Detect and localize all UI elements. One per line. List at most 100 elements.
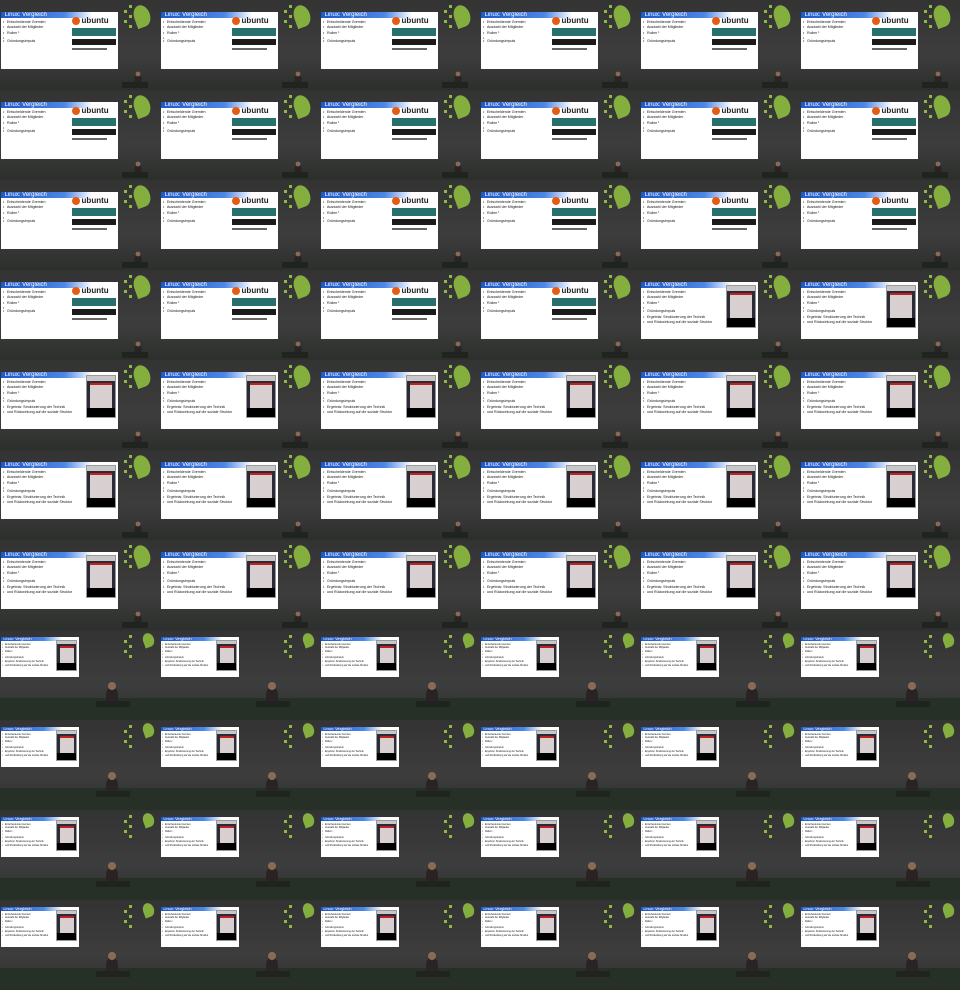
- video-thumbnail[interactable]: Linux: VergleichEntscheidende GremienAus…: [640, 900, 800, 990]
- video-thumbnail[interactable]: Linux: VergleichEntscheidende GremienAus…: [480, 450, 640, 540]
- video-thumbnail[interactable]: Linux: VergleichEntscheidende GremienAus…: [320, 900, 480, 990]
- screenshot-panel: [85, 555, 116, 599]
- video-thumbnail[interactable]: Linux: VergleichEntscheidende GremienAus…: [160, 720, 320, 810]
- video-thumbnail[interactable]: Linux: VergleichEntscheidende GremienAus…: [480, 810, 640, 900]
- video-thumbnail[interactable]: Linux: VergleichEntscheidende GremienAus…: [640, 90, 800, 180]
- slide-title: Linux: Vergleich: [481, 552, 573, 558]
- pixel-decoration-icon: [609, 545, 612, 548]
- video-thumbnail[interactable]: Linux: VergleichEntscheidende GremienAus…: [640, 810, 800, 900]
- video-thumbnail[interactable]: Linux: VergleichEntscheidende GremienAus…: [160, 360, 320, 450]
- slide-bullets: Entscheidende GremienAuswahl der Mitglie…: [801, 560, 883, 596]
- video-thumbnail[interactable]: Linux: VergleichEntscheidende GremienAus…: [480, 900, 640, 990]
- pixel-decoration-icon: [929, 365, 932, 368]
- video-thumbnail[interactable]: Linux: VergleichEntscheidende GremienAus…: [160, 90, 320, 180]
- video-thumbnail[interactable]: Linux: VergleichEntscheidende GremienAus…: [0, 180, 160, 270]
- video-thumbnail[interactable]: Linux: VergleichEntscheidende GremienAus…: [320, 270, 480, 360]
- video-thumbnail[interactable]: Linux: VergleichEntscheidende GremienAus…: [800, 900, 960, 990]
- video-thumbnail[interactable]: Linux: VergleichEntscheidende GremienAus…: [0, 900, 160, 990]
- video-thumbnail[interactable]: Linux: VergleichEntscheidende GremienAus…: [160, 270, 320, 360]
- video-thumbnail[interactable]: Linux: VergleichEntscheidende GremienAus…: [320, 540, 480, 630]
- slide-frame: Linux: VergleichEntscheidende GremienAus…: [641, 372, 758, 429]
- video-thumbnail[interactable]: Linux: VergleichEntscheidende GremienAus…: [640, 630, 800, 720]
- slide-frame: Linux: VergleichEntscheidende GremienAus…: [161, 282, 278, 339]
- video-thumbnail[interactable]: Linux: VergleichEntscheidende GremienAus…: [320, 720, 480, 810]
- lectern: [922, 352, 948, 358]
- video-thumbnail[interactable]: Linux: VergleichEntscheidende GremienAus…: [800, 360, 960, 450]
- video-thumbnail[interactable]: Linux: VergleichEntscheidende GremienAus…: [160, 630, 320, 720]
- video-thumbnail[interactable]: Linux: VergleichEntscheidende GremienAus…: [800, 630, 960, 720]
- video-thumbnail[interactable]: Linux: VergleichEntscheidende GremienAus…: [160, 450, 320, 540]
- video-thumbnail[interactable]: Linux: VergleichEntscheidende GremienAus…: [480, 90, 640, 180]
- screenshot-panel: [216, 910, 237, 941]
- slide-frame: Linux: VergleichEntscheidende GremienAus…: [481, 12, 598, 69]
- video-thumbnail[interactable]: Linux: VergleichEntscheidende GremienAus…: [0, 450, 160, 540]
- video-thumbnail[interactable]: Linux: VergleichEntscheidende GremienAus…: [480, 540, 640, 630]
- video-thumbnail[interactable]: Linux: VergleichEntscheidende GremienAus…: [0, 810, 160, 900]
- video-thumbnail[interactable]: Linux: VergleichEntscheidende GremienAus…: [800, 90, 960, 180]
- slide-title: Linux: Vergleich: [481, 907, 542, 911]
- video-thumbnail[interactable]: Linux: VergleichEntscheidende GremienAus…: [480, 720, 640, 810]
- video-thumbnail[interactable]: Linux: VergleichEntscheidende GremienAus…: [800, 180, 960, 270]
- video-thumbnail[interactable]: Linux: VergleichEntscheidende GremienAus…: [480, 360, 640, 450]
- video-thumbnail[interactable]: Linux: VergleichEntscheidende GremienAus…: [160, 540, 320, 630]
- pixel-decoration-icon: [609, 275, 612, 278]
- video-thumbnail[interactable]: Linux: VergleichEntscheidende GremienAus…: [320, 360, 480, 450]
- debian-logo-icon: [391, 208, 436, 216]
- video-thumbnail[interactable]: Linux: VergleichEntscheidende GremienAus…: [640, 720, 800, 810]
- ubuntu-logo-icon: ubuntu: [71, 16, 116, 25]
- video-thumbnail[interactable]: Linux: VergleichEntscheidende GremienAus…: [640, 270, 800, 360]
- slide-frame: Linux: VergleichEntscheidende GremienAus…: [641, 192, 758, 249]
- video-thumbnail[interactable]: Linux: VergleichEntscheidende GremienAus…: [800, 540, 960, 630]
- video-thumbnail[interactable]: Linux: VergleichEntscheidende GremienAus…: [800, 270, 960, 360]
- video-thumbnail[interactable]: Linux: VergleichEntscheidende GremienAus…: [320, 180, 480, 270]
- video-thumbnail[interactable]: Linux: VergleichEntscheidende GremienAus…: [320, 450, 480, 540]
- video-thumbnail[interactable]: Linux: VergleichEntscheidende GremienAus…: [640, 450, 800, 540]
- video-thumbnail[interactable]: Linux: VergleichEntscheidende GremienAus…: [480, 0, 640, 90]
- video-thumbnail[interactable]: Linux: VergleichEntscheidende GremienAus…: [640, 0, 800, 90]
- video-thumbnail[interactable]: Linux: VergleichEntscheidende GremienAus…: [0, 90, 160, 180]
- lectern: [122, 532, 148, 538]
- screenshot-panel: [725, 555, 756, 599]
- video-thumbnail[interactable]: Linux: VergleichEntscheidende GremienAus…: [160, 0, 320, 90]
- video-thumbnail[interactable]: Linux: VergleichEntscheidende GremienAus…: [800, 450, 960, 540]
- slide-bullet: und Rückwirkung auf die soziale Struktur: [641, 320, 723, 326]
- video-thumbnail[interactable]: Linux: VergleichEntscheidende GremienAus…: [0, 270, 160, 360]
- video-thumbnail[interactable]: Linux: VergleichEntscheidende GremienAus…: [640, 360, 800, 450]
- video-thumbnail[interactable]: Linux: VergleichEntscheidende GremienAus…: [800, 810, 960, 900]
- video-thumbnail[interactable]: Linux: VergleichEntscheidende GremienAus…: [480, 270, 640, 360]
- video-thumbnail[interactable]: Linux: VergleichEntscheidende GremienAus…: [640, 180, 800, 270]
- video-thumbnail[interactable]: Linux: VergleichEntscheidende GremienAus…: [160, 180, 320, 270]
- ubuntu-logo-icon: ubuntu: [71, 196, 116, 205]
- slide-frame: Linux: VergleichEntscheidende GremienAus…: [321, 637, 399, 677]
- video-thumbnail[interactable]: Linux: VergleichEntscheidende GremienAus…: [800, 720, 960, 810]
- pixel-decoration-icon: [609, 365, 612, 368]
- video-thumbnail[interactable]: Linux: VergleichEntscheidende GremienAus…: [0, 720, 160, 810]
- screenshot-panel: [216, 640, 237, 671]
- slide-bullets: Entscheidende GremienAuswahl der Mitglie…: [321, 913, 376, 938]
- video-thumbnail[interactable]: Linux: VergleichEntscheidende GremienAus…: [320, 90, 480, 180]
- slide-frame: Linux: VergleichEntscheidende GremienAus…: [801, 552, 918, 609]
- lectern: [442, 532, 468, 538]
- video-thumbnail[interactable]: Linux: VergleichEntscheidende GremienAus…: [160, 810, 320, 900]
- video-thumbnail[interactable]: Linux: VergleichEntscheidende GremienAus…: [0, 360, 160, 450]
- video-thumbnail[interactable]: Linux: VergleichEntscheidende GremienAus…: [0, 540, 160, 630]
- video-thumbnail[interactable]: Linux: VergleichEntscheidende GremienAus…: [800, 0, 960, 90]
- video-thumbnail[interactable]: Linux: VergleichEntscheidende GremienAus…: [480, 180, 640, 270]
- video-thumbnail[interactable]: Linux: VergleichEntscheidende GremienAus…: [160, 900, 320, 990]
- video-thumbnail[interactable]: Linux: VergleichEntscheidende GremienAus…: [320, 0, 480, 90]
- distro-logos: ubuntu: [551, 16, 596, 50]
- video-thumbnail[interactable]: Linux: VergleichEntscheidende GremienAus…: [640, 540, 800, 630]
- video-thumbnail[interactable]: Linux: VergleichEntscheidende GremienAus…: [320, 810, 480, 900]
- distro-logos: ubuntu: [391, 286, 436, 320]
- screenshot-panel: [376, 640, 397, 671]
- video-thumbnail[interactable]: Linux: VergleichEntscheidende GremienAus…: [0, 630, 160, 720]
- pixel-decoration-icon: [129, 455, 132, 458]
- video-thumbnail[interactable]: Linux: VergleichEntscheidende GremienAus…: [320, 630, 480, 720]
- video-thumbnail[interactable]: Linux: VergleichEntscheidende GremienAus…: [0, 0, 160, 90]
- pixel-decoration-icon: [769, 5, 772, 8]
- video-thumbnail[interactable]: Linux: VergleichEntscheidende GremienAus…: [480, 630, 640, 720]
- slide-frame: Linux: VergleichEntscheidende GremienAus…: [161, 637, 239, 677]
- pixel-decoration-icon: [289, 95, 292, 98]
- slide-bullets: Entscheidende GremienAuswahl der Mitglie…: [481, 470, 563, 506]
- pixel-decoration-icon: [929, 275, 932, 278]
